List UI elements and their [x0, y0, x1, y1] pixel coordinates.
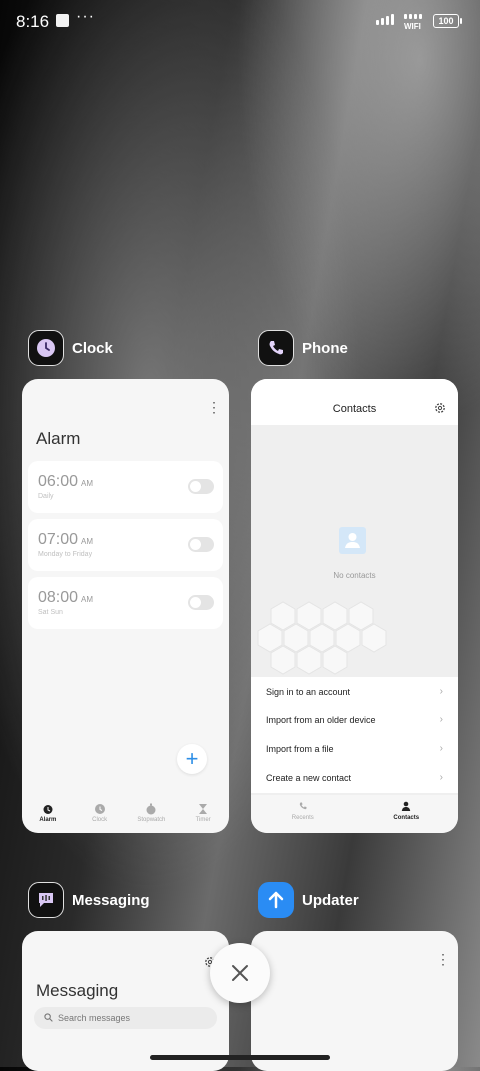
- alarm-time: 08:00 AM: [38, 589, 94, 606]
- alarm-repeat: Sat Sun: [38, 609, 63, 616]
- search-icon: [44, 1012, 53, 1024]
- alarm-item[interactable]: 08:00 AM Sat Sun: [28, 577, 223, 629]
- clear-all-button[interactable]: [210, 943, 270, 1003]
- close-icon: [232, 965, 248, 981]
- stopwatch-icon: [126, 803, 178, 817]
- chevron-right-icon: ›: [439, 743, 443, 754]
- alarm-time: 07:00 AM: [38, 531, 94, 548]
- settings-gear-icon[interactable]: [434, 401, 446, 419]
- alarm-repeat: Monday to Friday: [38, 551, 93, 558]
- import-older-device-item[interactable]: Import from an older device ›: [266, 714, 443, 735]
- contacts-title: Contacts: [332, 403, 377, 415]
- tab-alarm[interactable]: Alarm: [22, 799, 74, 833]
- phone-app-card[interactable]: Contacts No contacts Sign in to an accou…: [251, 379, 458, 833]
- alarm-repeat: Daily: [38, 493, 54, 500]
- wifi-label: WIFI: [404, 22, 421, 31]
- signal-icon: [376, 14, 394, 25]
- more-notifications-icon: ···: [76, 8, 95, 25]
- search-placeholder: Search messages: [58, 1013, 131, 1023]
- status-time: 8:16: [16, 12, 50, 31]
- alarm-toggle[interactable]: [188, 537, 214, 552]
- alarm-toggle[interactable]: [188, 479, 214, 494]
- create-contact-item[interactable]: Create a new contact ›: [266, 772, 443, 793]
- tab-timer[interactable]: Timer: [177, 799, 229, 833]
- chevron-right-icon: ›: [439, 714, 443, 725]
- hourglass-icon: [177, 803, 229, 817]
- import-file-item[interactable]: Import from a file ›: [266, 743, 443, 764]
- wifi-icon: [404, 14, 422, 19]
- clock-app-name: Clock: [72, 339, 113, 357]
- import-options-sheet: Sign in to an account › Import from an ol…: [251, 677, 458, 793]
- empty-contact-avatar-icon: [339, 527, 366, 554]
- phone-app-header[interactable]: Phone: [258, 330, 348, 366]
- messaging-app-icon: [28, 882, 64, 918]
- alarm-icon: [22, 803, 74, 817]
- home-indicator[interactable]: [150, 1055, 330, 1060]
- hexagon-pattern: [257, 601, 387, 675]
- alarm-item[interactable]: 06:00 AM Daily: [28, 461, 223, 513]
- more-menu-icon[interactable]: ⋮: [207, 400, 221, 414]
- tab-clock[interactable]: Clock: [74, 799, 126, 833]
- clock-app-icon: [28, 330, 64, 366]
- updater-app-header[interactable]: Updater: [258, 882, 359, 918]
- messaging-app-header[interactable]: Messaging: [28, 882, 150, 918]
- tab-stopwatch[interactable]: Stopwatch: [126, 799, 178, 833]
- tab-recents[interactable]: Recents: [251, 795, 355, 833]
- alarm-toggle[interactable]: [188, 595, 214, 610]
- phone-bottom-nav: Recents Contacts: [251, 795, 458, 833]
- more-menu-icon[interactable]: ⋮: [436, 952, 450, 966]
- updater-app-icon: [258, 882, 294, 918]
- contacts-person-icon: [355, 801, 459, 815]
- notification-square-icon: [56, 14, 69, 27]
- sign-in-account-item[interactable]: Sign in to an account ›: [266, 686, 443, 707]
- status-bar: 8:16 ··· WIFI 100: [0, 0, 480, 44]
- search-messages-input[interactable]: Search messages: [34, 1007, 217, 1029]
- messaging-title: Messaging: [36, 981, 119, 1000]
- contacts-header: Contacts: [251, 379, 458, 425]
- recents-phone-icon: [251, 801, 355, 815]
- clock-bottom-nav: Alarm Clock Stopwatch Timer: [22, 799, 229, 833]
- clock-app-card[interactable]: ⋮ Alarm 06:00 AM Daily 07:00 AM Monday to …: [22, 379, 229, 833]
- add-alarm-button[interactable]: +: [177, 744, 207, 774]
- battery-icon: 100: [433, 14, 462, 28]
- tab-contacts[interactable]: Contacts: [355, 795, 459, 833]
- clock-icon: [74, 803, 126, 817]
- phone-app-name: Phone: [302, 339, 348, 357]
- alarm-time: 06:00 AM: [38, 473, 94, 490]
- updater-app-name: Updater: [302, 891, 359, 909]
- clock-app-header[interactable]: Clock: [28, 330, 113, 366]
- updater-app-card[interactable]: ⋮: [251, 931, 458, 1071]
- chevron-right-icon: ›: [439, 686, 443, 697]
- messaging-app-card[interactable]: Messaging Search messages: [22, 931, 229, 1071]
- chevron-right-icon: ›: [439, 772, 443, 783]
- messaging-app-name: Messaging: [72, 891, 150, 909]
- alarm-title: Alarm: [36, 429, 81, 448]
- alarm-item[interactable]: 07:00 AM Monday to Friday: [28, 519, 223, 571]
- phone-app-icon: [258, 330, 294, 366]
